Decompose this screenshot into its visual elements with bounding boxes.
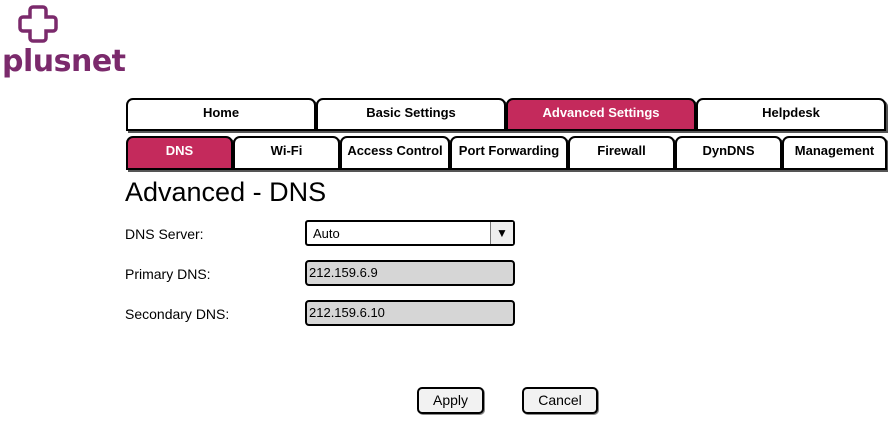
dns-server-label: DNS Server: (125, 226, 204, 242)
apply-button[interactable]: Apply (417, 387, 484, 414)
subtab-wifi[interactable]: Wi-Fi (233, 136, 340, 170)
dns-server-value: Auto (313, 226, 340, 241)
subtab-dyndns[interactable]: DynDNS (675, 136, 782, 170)
page-title: Advanced - DNS (125, 177, 327, 207)
subtab-access-control[interactable]: Access Control (340, 136, 450, 170)
tab-basic-settings[interactable]: Basic Settings (316, 98, 506, 131)
cancel-button[interactable]: Cancel (522, 387, 598, 414)
subtab-port-forwarding[interactable]: Port Forwarding (450, 136, 568, 170)
tab-advanced-settings[interactable]: Advanced Settings (506, 98, 696, 131)
primary-dns-field[interactable]: 212.159.6.9 (305, 260, 515, 286)
tab-helpdesk[interactable]: Helpdesk (696, 98, 886, 131)
dropdown-arrow-icon[interactable]: ▼ (490, 222, 513, 244)
primary-dns-label: Primary DNS: (125, 266, 211, 282)
secondary-dns-label: Secondary DNS: (125, 306, 230, 322)
subtab-firewall[interactable]: Firewall (568, 136, 675, 170)
plusnet-logo: plusnet (2, 4, 128, 82)
plus-cross-icon (18, 5, 58, 43)
secondary-dns-field[interactable]: 212.159.6.10 (305, 300, 515, 326)
brand-name: plusnet (2, 44, 126, 79)
subtab-dns[interactable]: DNS (126, 136, 233, 170)
tab-home[interactable]: Home (126, 98, 316, 131)
subtab-management[interactable]: Management (782, 136, 887, 170)
dns-server-select[interactable]: Auto ▼ (305, 220, 515, 246)
